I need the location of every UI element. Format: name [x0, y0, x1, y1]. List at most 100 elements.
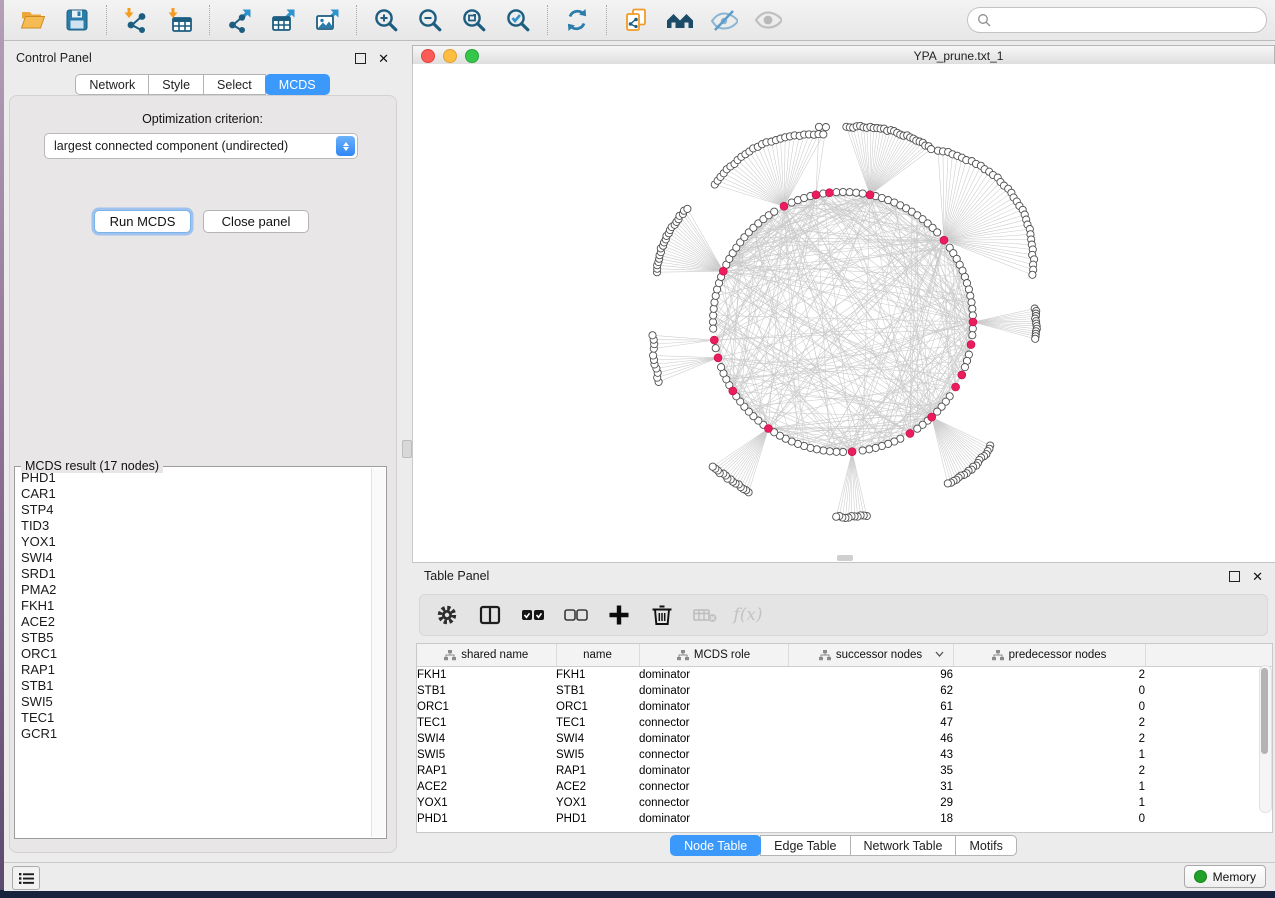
duplicate-network-button[interactable] [616, 4, 656, 36]
network-node[interactable] [711, 299, 718, 306]
cell-mcds-role[interactable]: dominator [639, 763, 788, 779]
mcds-node[interactable] [952, 383, 960, 391]
cell-mcds-role[interactable]: dominator [639, 667, 788, 684]
cell-mcds-role[interactable]: dominator [639, 731, 788, 747]
cell-name[interactable]: TEC1 [556, 715, 639, 731]
cell-shared-name[interactable]: TEC1 [417, 715, 556, 731]
close-table-panel-icon[interactable]: ✕ [1252, 570, 1263, 583]
table-row[interactable]: SWI4 SWI4 dominator 46 2 [417, 731, 1272, 747]
network-node[interactable] [967, 292, 974, 299]
tab-motifs[interactable]: Motifs [955, 835, 1016, 856]
run-mcds-button[interactable]: Run MCDS [94, 210, 191, 233]
mcds-list-scrollbar[interactable] [371, 468, 385, 837]
network-node[interactable] [968, 299, 975, 306]
network-canvas[interactable] [412, 64, 1275, 562]
cell-shared-name[interactable]: PHD1 [417, 811, 556, 827]
table-row[interactable]: FKH1 FKH1 dominator 96 2 [417, 667, 1272, 684]
mcds-result-item[interactable]: SWI5 [16, 694, 371, 710]
mcds-result-item[interactable]: YOX1 [16, 534, 371, 550]
mcds-result-item[interactable]: PHD1 [16, 470, 371, 486]
network-node[interactable] [934, 229, 941, 236]
cell-name[interactable]: PHD1 [556, 811, 639, 827]
cell-successor-nodes[interactable]: 18 [788, 811, 953, 827]
cell-shared-name[interactable]: SWI4 [417, 731, 556, 747]
network-node[interactable] [846, 189, 853, 196]
network-node[interactable] [969, 305, 976, 312]
network-node[interactable] [709, 463, 716, 470]
cell-successor-nodes[interactable]: 61 [788, 699, 953, 715]
mcds-result-item[interactable]: STB1 [16, 678, 371, 694]
cell-shared-name[interactable]: FKH1 [417, 667, 556, 684]
cell-predecessor-nodes[interactable]: 2 [953, 731, 1145, 747]
mcds-node[interactable] [710, 336, 718, 344]
network-node[interactable] [650, 352, 657, 359]
mcds-node[interactable] [928, 413, 936, 421]
network-search-field[interactable] [967, 7, 1267, 33]
cell-successor-nodes[interactable]: 31 [788, 779, 953, 795]
table-scrollbar-thumb[interactable] [1261, 668, 1268, 754]
network-node[interactable] [914, 425, 921, 432]
canvas-scroll-grip[interactable] [837, 555, 853, 561]
zoom-out-button[interactable] [410, 4, 450, 36]
mcds-node[interactable] [780, 202, 788, 210]
deselect-all-rows-button[interactable] [559, 599, 593, 631]
cell-successor-nodes[interactable]: 46 [788, 731, 953, 747]
network-node[interactable] [833, 513, 840, 520]
network-node[interactable] [820, 131, 827, 138]
mcds-result-item[interactable]: RAP1 [16, 662, 371, 678]
mcds-node[interactable] [812, 191, 820, 199]
cell-shared-name[interactable]: YOX1 [417, 795, 556, 811]
network-node[interactable] [969, 332, 976, 339]
mcds-node[interactable] [940, 236, 948, 244]
cell-predecessor-nodes[interactable]: 0 [953, 699, 1145, 715]
import-table-button[interactable] [160, 4, 200, 36]
export-image-button[interactable] [307, 4, 347, 36]
network-node[interactable] [710, 305, 717, 312]
cell-predecessor-nodes[interactable]: 2 [953, 763, 1145, 779]
cell-name[interactable]: ACE2 [556, 779, 639, 795]
close-panel-icon[interactable]: ✕ [378, 52, 389, 65]
network-node[interactable] [866, 446, 873, 453]
import-network-button[interactable] [116, 4, 156, 36]
mcds-node[interactable] [764, 425, 772, 433]
table-mode-gear-button[interactable] [430, 599, 464, 631]
network-graph[interactable] [413, 64, 1275, 561]
cell-name[interactable]: RAP1 [556, 763, 639, 779]
network-node[interactable] [944, 480, 951, 487]
tab-select[interactable]: Select [203, 74, 266, 95]
select-all-rows-button[interactable] [516, 599, 550, 631]
zoom-fit-button[interactable] [454, 4, 494, 36]
cell-mcds-role[interactable]: dominator [639, 699, 788, 715]
cell-name[interactable]: ORC1 [556, 699, 639, 715]
table-row[interactable]: ACE2 ACE2 connector 31 1 [417, 779, 1272, 795]
network-node[interactable] [1032, 335, 1039, 342]
cell-mcds-role[interactable]: connector [639, 795, 788, 811]
close-window-icon[interactable] [421, 49, 435, 63]
network-node[interactable] [833, 189, 840, 196]
float-panel-icon[interactable] [355, 53, 366, 64]
cell-predecessor-nodes[interactable]: 1 [953, 747, 1145, 763]
network-node[interactable] [771, 208, 778, 215]
network-node[interactable] [839, 188, 846, 195]
task-history-button[interactable] [12, 866, 40, 890]
create-column-button[interactable] [602, 599, 636, 631]
splitter-grip[interactable] [402, 440, 412, 458]
column-header-successor-nodes[interactable]: successor nodes [788, 644, 953, 667]
export-network-button[interactable] [219, 4, 259, 36]
network-node[interactable] [718, 364, 725, 371]
mcds-node[interactable] [825, 189, 833, 197]
vertical-splitter[interactable] [401, 41, 412, 862]
network-node[interactable] [649, 332, 656, 339]
table-row[interactable]: PHD1 PHD1 dominator 18 0 [417, 811, 1272, 827]
network-node[interactable] [710, 312, 717, 319]
cell-name[interactable]: SWI4 [556, 731, 639, 747]
cell-shared-name[interactable]: RAP1 [417, 763, 556, 779]
network-node[interactable] [820, 447, 827, 454]
cell-predecessor-nodes[interactable]: 0 [953, 811, 1145, 827]
close-panel-button[interactable]: Close panel [203, 210, 309, 233]
tab-network-table[interactable]: Network Table [850, 835, 957, 856]
mcds-result-item[interactable]: PMA2 [16, 582, 371, 598]
table-row[interactable]: YOX1 YOX1 connector 29 1 [417, 795, 1272, 811]
cell-successor-nodes[interactable]: 35 [788, 763, 953, 779]
open-file-button[interactable] [13, 4, 53, 36]
